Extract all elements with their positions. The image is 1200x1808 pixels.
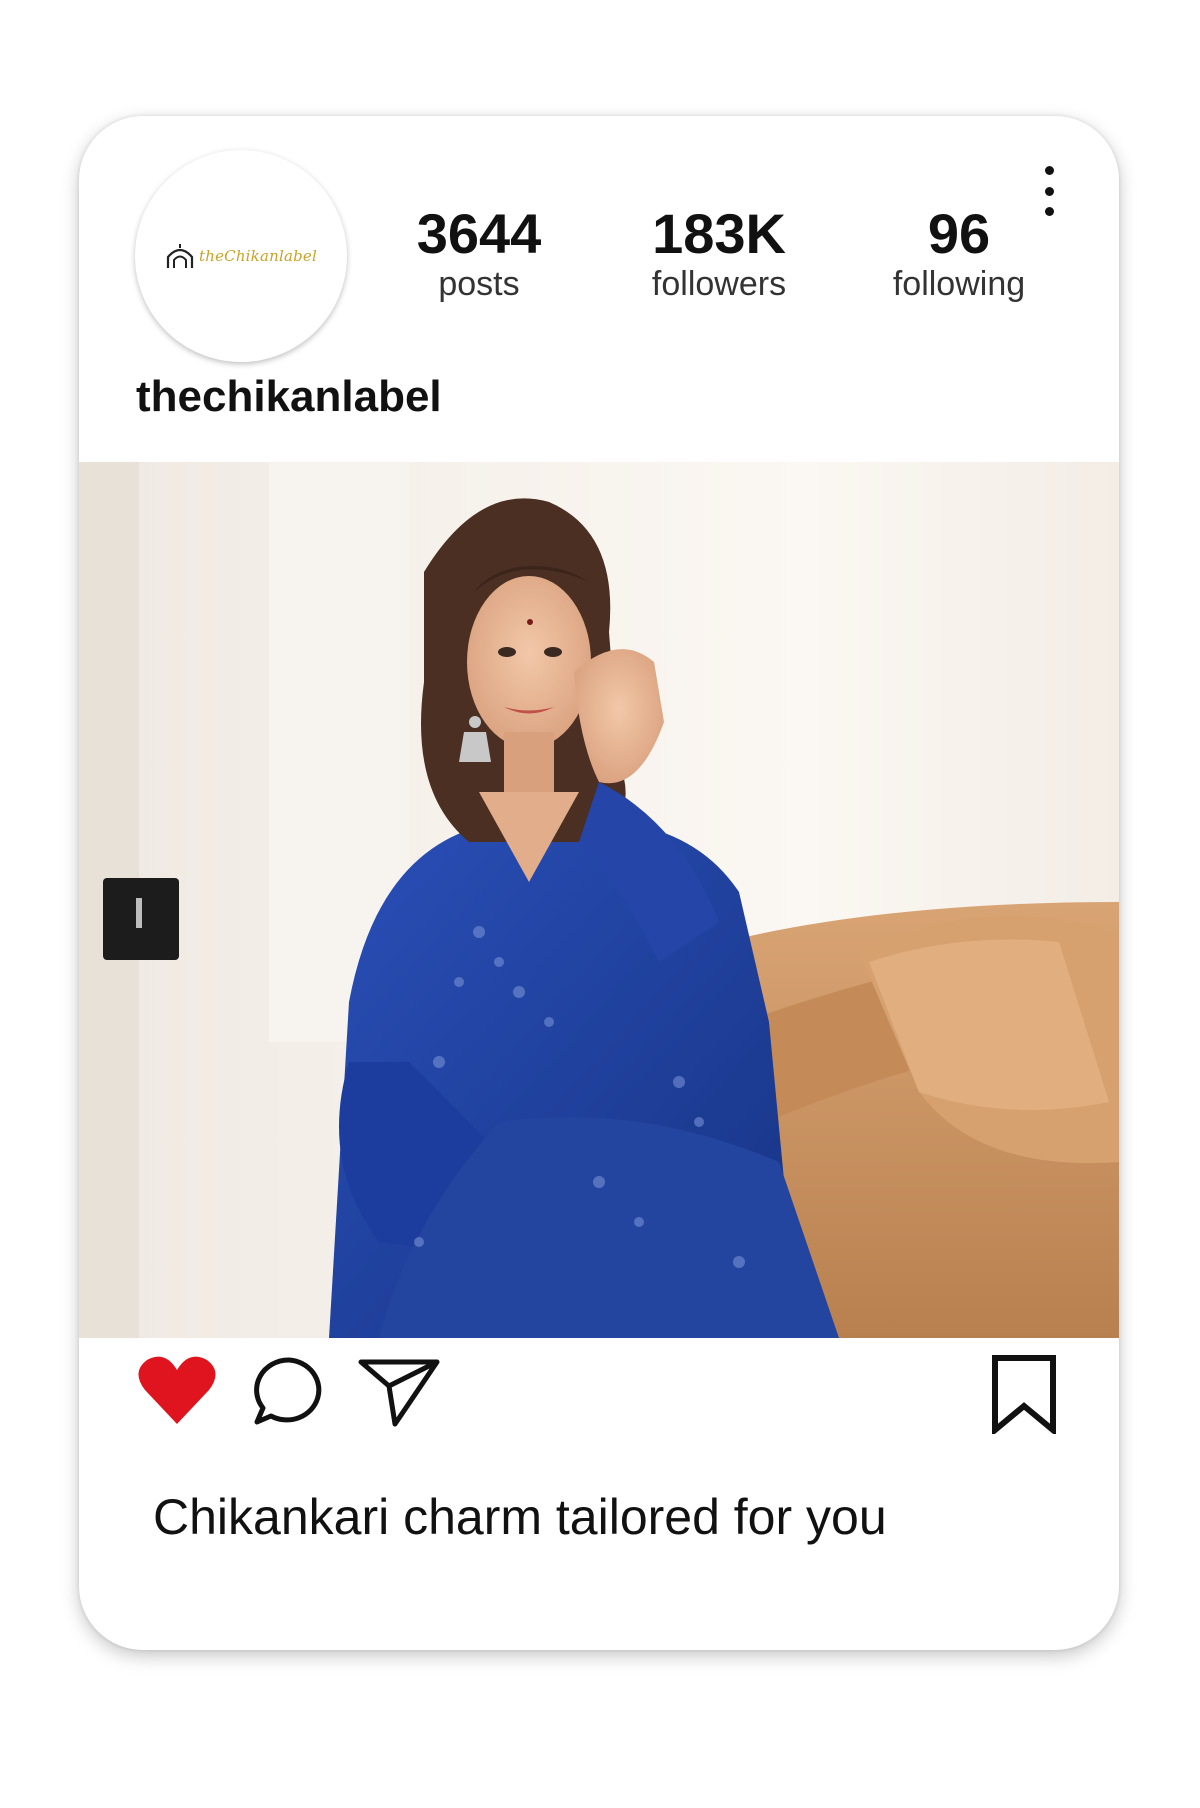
share-icon[interactable] (357, 1356, 441, 1433)
comment-icon[interactable] (251, 1356, 327, 1431)
followers-count: 183K (652, 202, 786, 265)
heart-icon[interactable] (137, 1354, 217, 1431)
more-dot (1044, 207, 1054, 216)
bookmark-icon[interactable] (989, 1354, 1059, 1439)
post-photo-illustration (79, 462, 1119, 1338)
more-dot (1044, 166, 1054, 175)
more-vertical-icon[interactable] (1039, 166, 1059, 216)
posts-count: 3644 (416, 202, 542, 265)
post-image[interactable] (79, 462, 1119, 1338)
following-label: following (892, 265, 1026, 303)
more-dot (1044, 186, 1054, 196)
following-count: 96 (927, 202, 991, 265)
followers-stat[interactable]: 183K followers (619, 204, 819, 304)
post-actions (79, 1354, 1119, 1444)
followers-label: followers (651, 265, 787, 303)
post-card: theChikanlabel 3644 posts 183K followers… (79, 116, 1119, 1650)
dome-icon (166, 244, 194, 268)
profile-avatar[interactable]: theChikanlabel (135, 150, 347, 362)
post-caption: Chikankari charm tailored for you (153, 1489, 887, 1545)
following-stat[interactable]: 96 following (859, 204, 1059, 304)
posts-label: posts (438, 265, 520, 303)
brand-logo-text: theChikanlabel (198, 247, 317, 265)
brand-logo: theChikanlabel (165, 243, 317, 269)
posts-stat[interactable]: 3644 posts (379, 204, 579, 304)
username[interactable]: thechikanlabel (136, 372, 442, 422)
